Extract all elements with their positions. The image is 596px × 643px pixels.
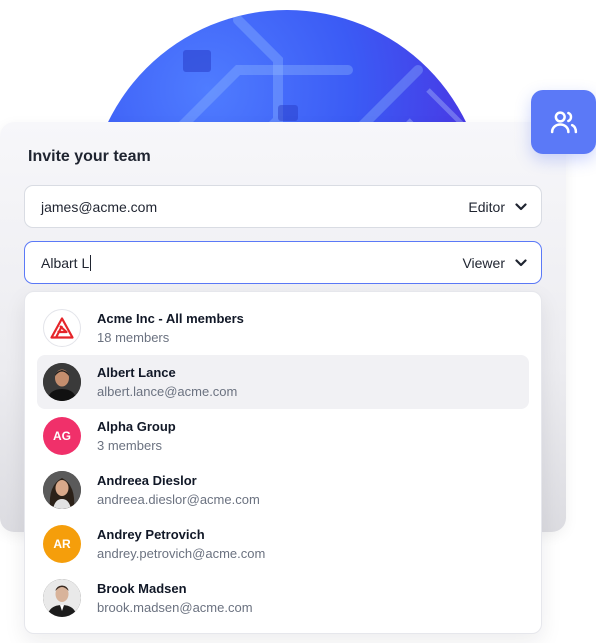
chevron-down-icon [515,202,527,210]
search-value: Albart L [41,254,90,271]
suggestion-name: Andreea Dieslor [97,472,197,488]
chevron-down-icon [515,258,527,266]
suggestion-name: Brook Madsen [97,580,187,596]
suggestion-brook-madsen[interactable]: Brook Madsen brook.madsen@acme.com [37,571,529,625]
avatar-photo-brook-madsen [43,579,81,617]
role-select-viewer[interactable]: Viewer [462,255,527,271]
person-photo-icon [43,579,81,617]
role-label: Viewer [462,254,505,271]
users-icon [550,111,577,134]
suggestion-name: Albert Lance [97,364,176,380]
team-button[interactable] [531,90,596,154]
suggestion-subtitle: andrey.petrovich@acme.com [97,545,266,561]
suggestion-andrey-petrovich[interactable]: AR Andrey Petrovich andrey.petrovich@acm… [37,517,529,571]
email-input[interactable]: james@acme.com [41,199,468,215]
suggestion-name: Alpha Group [97,418,176,434]
email-input-row[interactable]: james@acme.com Editor [24,185,542,228]
email-value: james@acme.com [41,198,158,215]
role-select-editor[interactable]: Editor [468,199,527,215]
avatar-initials: AR [43,525,81,563]
person-photo-icon [43,363,81,401]
role-label: Editor [468,198,505,215]
suggestions-dropdown: Acme Inc - All members 18 members Albert… [24,291,542,634]
suggestion-subtitle: andreea.dieslor@acme.com [97,491,260,507]
name-search-row[interactable]: Albart L Viewer [24,241,542,284]
suggestion-acme-all-members[interactable]: Acme Inc - All members 18 members [37,301,529,355]
suggestion-andreea-dieslor[interactable]: Andreea Dieslor andreea.dieslor@acme.com [37,463,529,517]
person-photo-icon [43,471,81,509]
suggestion-subtitle: 18 members [97,329,170,345]
avatar-photo-andreea-dieslor [43,471,81,509]
suggestion-subtitle: 3 members [97,437,163,453]
acme-logo-avatar [43,309,81,347]
avatar-initials: AG [43,417,81,455]
suggestion-subtitle: albert.lance@acme.com [97,383,238,399]
suggestion-name: Acme Inc - All members [97,310,244,326]
suggestion-name: Andrey Petrovich [97,526,205,542]
suggestion-subtitle: brook.madsen@acme.com [97,599,253,615]
card-title: Invite your team [28,148,151,165]
avatar-photo-albert-lance [43,363,81,401]
text-caret [90,254,92,271]
acme-logo-icon [50,317,74,339]
suggestion-albert-lance[interactable]: Albert Lance albert.lance@acme.com [37,355,529,409]
suggestion-alpha-group[interactable]: AG Alpha Group 3 members [37,409,529,463]
name-search-input[interactable]: Albart L [41,254,462,271]
